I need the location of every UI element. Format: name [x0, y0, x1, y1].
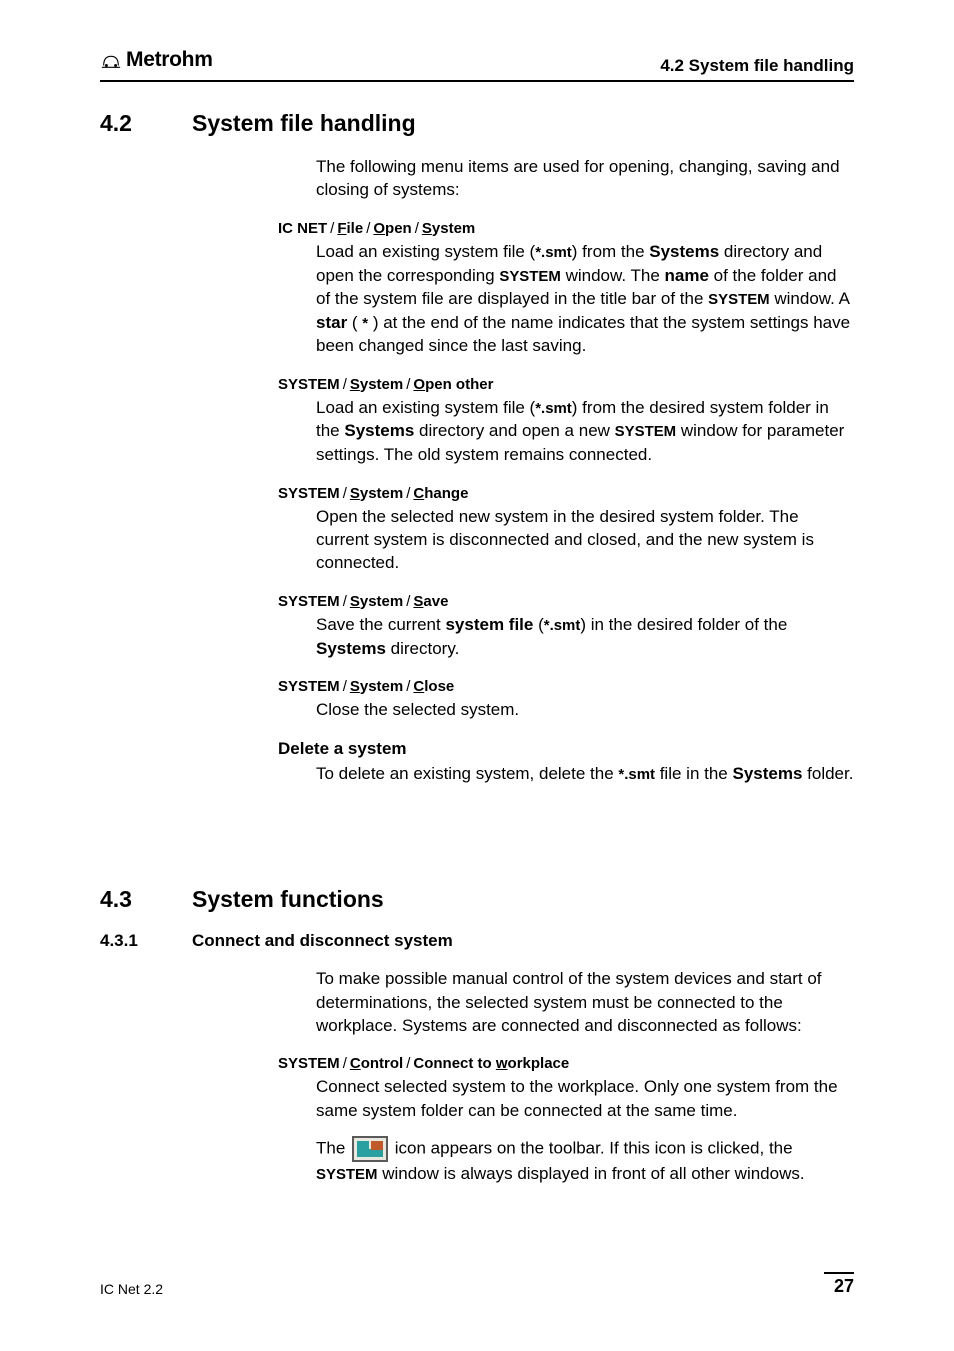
- menu-path: SYSTEM/Control/Connect to workplace: [278, 1055, 854, 1072]
- menu-item-description: Close the selected system.: [316, 698, 854, 721]
- page-header: Metrohm 4.2 System file handling: [100, 48, 854, 82]
- delete-system-desc: To delete an existing system, delete the…: [316, 762, 854, 786]
- delete-system-title: Delete a system: [278, 739, 854, 759]
- section-4-3-heading: 4.3 System functions: [100, 886, 854, 913]
- footer-product: IC Net 2.2: [100, 1281, 163, 1297]
- page-footer: IC Net 2.2 27: [100, 1272, 854, 1297]
- menu-item-description-2: The icon appears on the toolbar. If this…: [316, 1136, 854, 1186]
- section-number: 4.3: [100, 886, 192, 913]
- page-number: 27: [824, 1272, 854, 1297]
- section-4-2-heading: 4.2 System file handling: [100, 110, 854, 137]
- section-number: 4.2: [100, 110, 192, 137]
- metrohm-icon: [100, 49, 122, 71]
- menu-item-description: Connect selected system to the workplace…: [316, 1075, 854, 1122]
- menu-item-description: Load an existing system file (*.smt) fro…: [316, 240, 854, 358]
- menu-item-description: Open the selected new system in the desi…: [316, 505, 854, 575]
- section-4-2-intro: The following menu items are used for op…: [316, 155, 854, 202]
- menu-item-description: Load an existing system file (*.smt) fro…: [316, 396, 854, 467]
- subsection-4-3-1-heading: 4.3.1 Connect and disconnect system: [100, 931, 854, 951]
- menu-path: SYSTEM/System/Close: [278, 678, 854, 695]
- menu-path: IC NET/File/Open/System: [278, 220, 854, 237]
- menu-path: SYSTEM/System/Change: [278, 485, 854, 502]
- menu-path: SYSTEM/System/Save: [278, 593, 854, 610]
- system-window-icon: [352, 1136, 388, 1162]
- subsection-title: Connect and disconnect system: [192, 931, 453, 951]
- subsection-4-3-1-intro: To make possible manual control of the s…: [316, 967, 854, 1037]
- menu-path: SYSTEM/System/Open other: [278, 376, 854, 393]
- menu-item-description: Save the current system file (*.smt) in …: [316, 613, 854, 660]
- brand-logo: Metrohm: [100, 48, 213, 72]
- subsection-number: 4.3.1: [100, 931, 192, 951]
- section-title: System file handling: [192, 110, 416, 137]
- section-title: System functions: [192, 886, 384, 913]
- header-section-label: 4.2 System file handling: [660, 56, 854, 76]
- brand-name: Metrohm: [126, 48, 213, 72]
